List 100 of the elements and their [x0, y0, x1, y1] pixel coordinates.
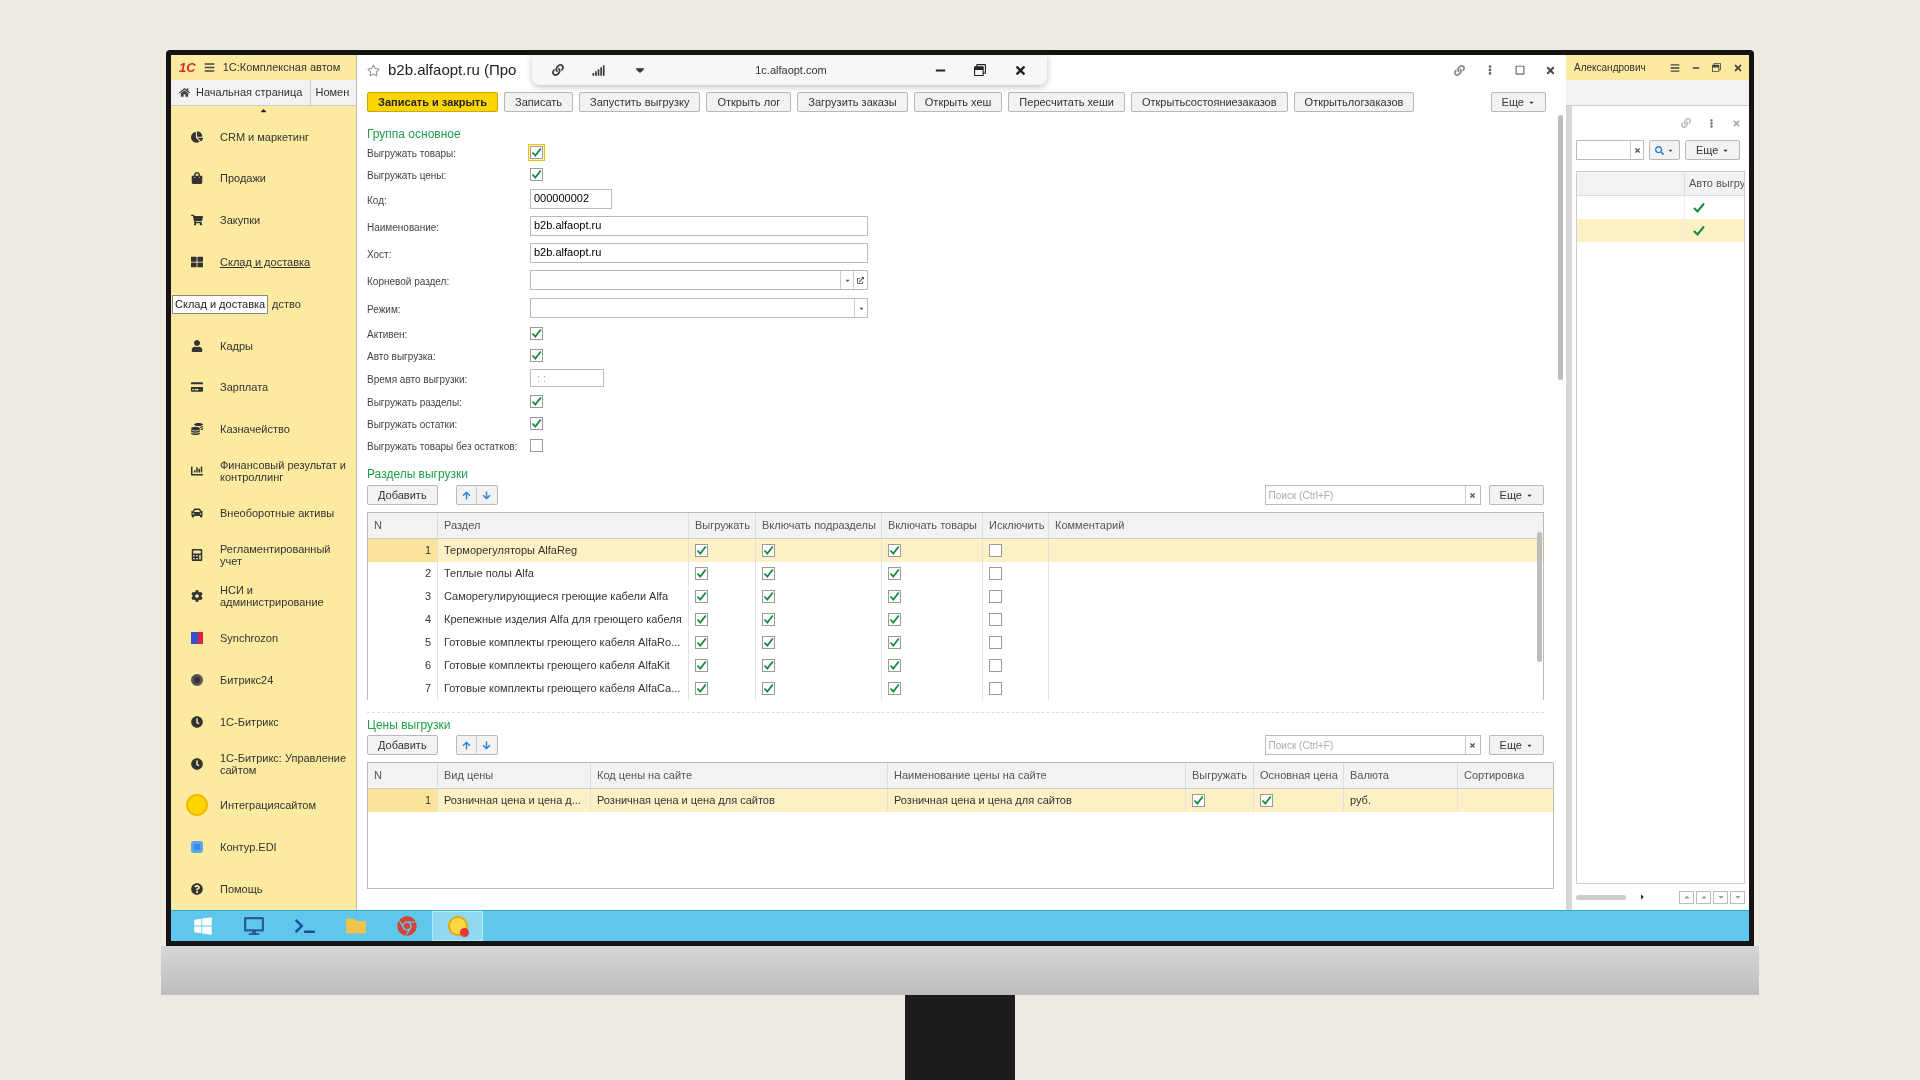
checkbox[interactable]	[762, 682, 775, 695]
column-header[interactable]: Вид цены	[444, 767, 494, 784]
star-icon[interactable]	[367, 63, 380, 77]
checkbox[interactable]	[1192, 794, 1205, 807]
column-header[interactable]: Включать подразделы	[762, 517, 876, 534]
checkbox[interactable]	[530, 438, 543, 452]
column-header[interactable]: Исключить	[989, 517, 1045, 534]
checkbox[interactable]	[695, 682, 708, 695]
sidebar-item[interactable]: Казначейство	[220, 423, 290, 436]
close-icon[interactable]	[1733, 62, 1743, 73]
search-button[interactable]	[1649, 140, 1680, 160]
link-icon[interactable]	[1454, 64, 1465, 76]
terminal-icon[interactable]	[294, 916, 315, 936]
column-header[interactable]: Валюта	[1350, 767, 1389, 784]
sidebar-item[interactable]: Кадры	[220, 339, 253, 352]
checkbox[interactable]	[989, 636, 1002, 649]
checkbox[interactable]	[530, 348, 543, 362]
sidebar-item[interactable]: дство	[272, 297, 301, 310]
clear-icon[interactable]	[1630, 141, 1643, 159]
toolbar-button[interactable]: Открыть хеш	[913, 92, 1003, 112]
computer-icon[interactable]	[243, 916, 264, 936]
close-icon[interactable]	[1545, 64, 1556, 76]
scroll-right-icon[interactable]	[1638, 893, 1646, 901]
toolbar-button[interactable]: Запустить выгрузку	[579, 92, 701, 112]
checkbox[interactable]	[530, 394, 543, 408]
checkbox[interactable]	[695, 590, 708, 603]
app-icon[interactable]	[447, 916, 468, 936]
checkbox[interactable]	[695, 636, 708, 649]
checkbox[interactable]	[888, 682, 901, 695]
column-header[interactable]: N	[374, 767, 382, 784]
checkbox[interactable]	[989, 682, 1002, 695]
sidebar-item[interactable]: Битрикс24	[220, 674, 274, 686]
checkbox[interactable]	[530, 167, 543, 181]
search-field[interactable]: Поиск (Ctrl+F)	[1264, 735, 1481, 755]
sidebar-item[interactable]: Помощь	[220, 882, 263, 895]
open-icon[interactable]	[853, 271, 867, 289]
toolbar-button[interactable]: Пересчитать хеши	[1008, 92, 1125, 112]
button[interactable]: Еще	[1488, 735, 1544, 755]
table-row[interactable]: 1 Терморегуляторы AlfaReg	[368, 539, 1543, 562]
scrollbar[interactable]	[1558, 115, 1563, 380]
save-close-button[interactable]: Записать и закрыть	[367, 92, 499, 112]
column-header[interactable]: N	[374, 517, 382, 534]
time-field[interactable]: : :	[530, 369, 604, 387]
checkbox[interactable]	[762, 567, 775, 580]
table-row[interactable]: 1 Розничная цена и цена д... Розничная цена и цена для сайтов Розничная цена и цена для сайтов руб.	[368, 789, 1553, 812]
button[interactable]: Еще	[1488, 485, 1544, 505]
scrollbar[interactable]	[1576, 894, 1626, 900]
sidebar-item[interactable]: Контур.EDI	[220, 841, 277, 854]
text-field[interactable]: b2b.alfaopt.ru	[530, 215, 868, 236]
code-field[interactable]: 000000002	[530, 188, 612, 209]
checkbox[interactable]	[695, 613, 708, 626]
search-field[interactable]	[1576, 140, 1644, 160]
menu-icon[interactable]	[1670, 62, 1680, 73]
column-header[interactable]: Сортировка	[1464, 767, 1525, 784]
logo[interactable]: 1С	[179, 57, 196, 78]
checkbox[interactable]	[989, 613, 1002, 626]
restore-icon[interactable]	[974, 64, 986, 76]
chrome-icon[interactable]	[396, 916, 417, 936]
table-row[interactable]: 7 Готовые комплекты греющего кабеля AlfaCa...	[368, 677, 1543, 700]
toolbar-button[interactable]: Записать	[504, 92, 574, 112]
sidebar-item[interactable]: Финансовый результат и контроллинг	[220, 459, 350, 483]
sidebar-item[interactable]: 1С-Битрикс	[220, 715, 279, 728]
column-header[interactable]: Код цены на сайте	[597, 767, 693, 784]
search-field[interactable]: Поиск (Ctrl+F)	[1264, 485, 1481, 505]
column-header[interactable]: Наименование цены на сайте	[894, 767, 1047, 784]
checkbox[interactable]	[530, 416, 543, 430]
search-input[interactable]: Поиск (Ctrl+F)	[1265, 737, 1465, 753]
column-header[interactable]: Выгружать	[695, 517, 750, 534]
text-field[interactable]: b2b.alfaopt.ru	[530, 242, 868, 263]
checkbox[interactable]	[1260, 794, 1273, 807]
column-header[interactable]: Основная цена	[1260, 767, 1338, 784]
column-header[interactable]: Включать товары	[888, 517, 978, 534]
restore-icon[interactable]	[1712, 63, 1721, 72]
tab[interactable]: Номен	[311, 84, 354, 101]
sidebar-item[interactable]: Внеоборотные активы	[220, 506, 335, 519]
checkbox[interactable]	[989, 567, 1002, 580]
sidebar-item[interactable]: Закупки	[220, 214, 261, 227]
scrollbar[interactable]	[1537, 532, 1542, 662]
more-icon[interactable]	[1707, 118, 1716, 128]
search-input[interactable]: Поиск (Ctrl+F)	[1265, 487, 1465, 503]
menu-icon[interactable]	[203, 61, 215, 73]
checkbox[interactable]	[695, 659, 708, 672]
button[interactable]: Еще	[1490, 92, 1546, 112]
sidebar-item[interactable]: CRM и маркетинг	[220, 130, 310, 143]
toolbar-button[interactable]: Открыть лог	[706, 92, 792, 112]
checkbox[interactable]	[888, 613, 901, 626]
toolbar-button[interactable]: Открытьлогзаказов	[1293, 92, 1415, 112]
add-button[interactable]: Добавить	[367, 485, 438, 505]
sidebar-item[interactable]: Склад и доставка	[220, 256, 311, 268]
checkbox[interactable]	[530, 326, 543, 340]
sidebar-item[interactable]: НСИ и администрирование	[220, 584, 350, 609]
sidebar-item[interactable]: Регламентированный учет	[220, 542, 350, 567]
nav-button[interactable]	[1730, 890, 1745, 904]
sidebar-item[interactable]: Интеграциясайтом	[220, 799, 317, 812]
maximize-icon[interactable]	[1515, 65, 1525, 75]
select-field[interactable]	[530, 270, 868, 290]
toolbar-button[interactable]: Загрузить заказы	[797, 92, 908, 112]
home-tab[interactable]: Начальная страница	[171, 79, 312, 105]
button[interactable]: Еще	[1685, 140, 1741, 160]
checkbox[interactable]	[762, 659, 775, 672]
